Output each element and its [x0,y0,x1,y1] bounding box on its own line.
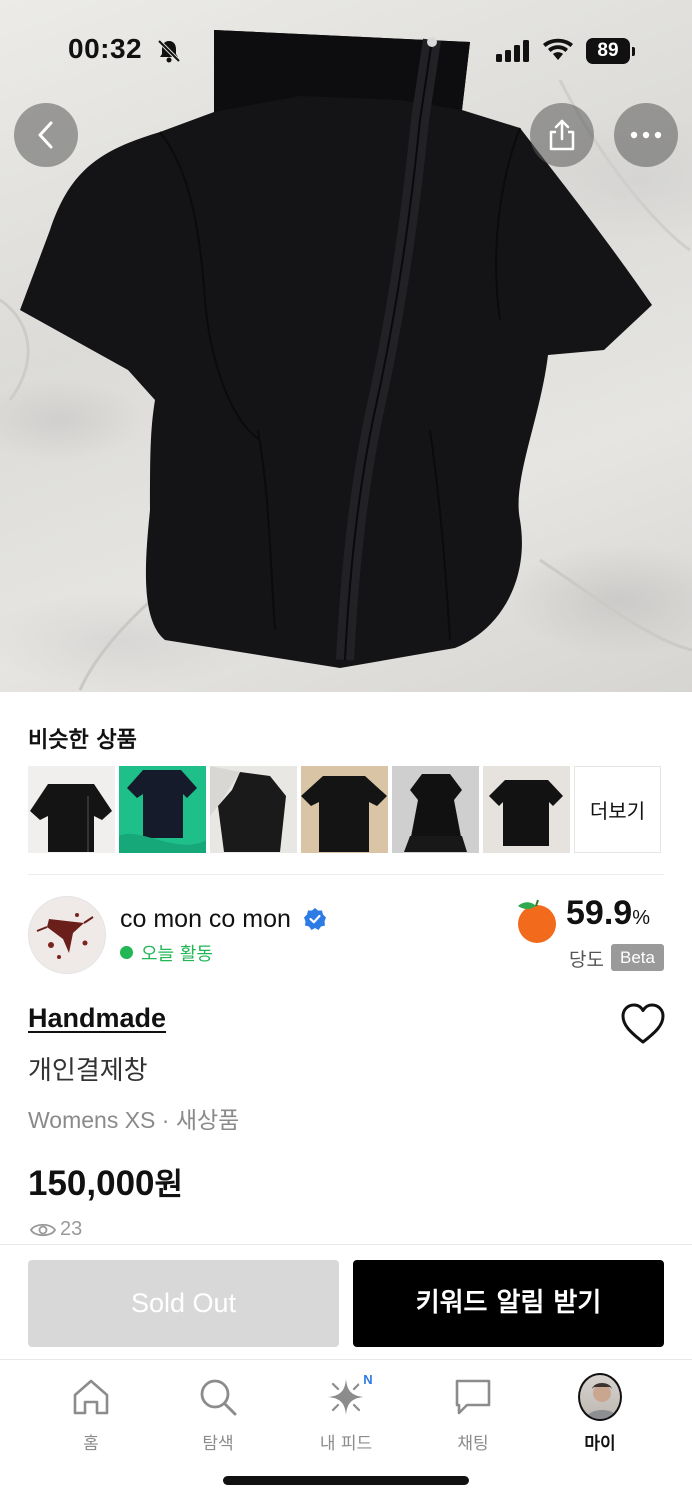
view-count: 23 [60,1218,83,1240]
tab-my-feed[interactable]: N 내 피드 [281,1361,411,1461]
keyword-alert-button[interactable]: 키워드 알림 받기 [353,1260,664,1347]
similar-thumb-3[interactable] [210,766,297,853]
product-photo[interactable]: 00:32 89 [0,0,692,692]
similar-more-button[interactable]: 더보기 [574,766,661,853]
wifi-icon [543,38,573,60]
similar-thumb-5[interactable] [392,766,479,853]
product-price: 150,000원 [28,1159,183,1204]
home-indicator [223,1476,469,1485]
sweetness-unit: % [632,907,650,929]
similar-products-heading: 비슷한 상품 [28,728,137,753]
tab-home[interactable]: 홈 [26,1361,156,1461]
eye-icon [30,1223,56,1237]
thumb-garment-image [30,784,112,852]
price-number: 150,000 [28,1164,155,1203]
profile-avatar-image [586,1383,618,1419]
bell-slash-icon [157,39,181,63]
cellular-signal-icon [496,40,529,62]
product-title: 개인결제창 [28,1056,148,1086]
search-icon [200,1379,237,1416]
new-badge: N [358,1370,378,1390]
home-icon [73,1379,109,1415]
tab-chat-label: 채팅 [457,1434,489,1454]
share-button[interactable] [530,103,594,167]
heart-icon[interactable] [620,1002,666,1046]
thumb-garment-image [489,780,563,846]
sweetness-score: 59.9% [566,894,650,933]
more-dots-icon [630,131,662,139]
product-brand-link[interactable]: Handmade [28,1003,166,1034]
status-time: 00:32 [68,33,143,64]
tab-explore-label: 탐색 [202,1434,234,1454]
tab-home-label: 홈 [83,1434,99,1454]
profile-avatar [578,1373,622,1421]
chat-bubble-icon [455,1379,491,1415]
thumb-garment-image [404,774,467,852]
thumb-garment-image [119,770,206,853]
seller-activity-status: 오늘 활동 [141,944,213,965]
similar-thumb-1[interactable] [28,766,115,853]
thumb-garment-image [301,776,387,852]
online-status-dot [120,946,133,959]
product-garment-image [0,30,692,691]
status-bar: 00:32 89 [0,0,692,100]
share-icon [549,119,575,151]
seller-avatar-image [36,913,94,959]
seller-name[interactable]: co mon co mon [120,905,291,934]
sweetness-label: 당도 [569,949,604,971]
action-bar: Sold Out 키워드 알림 받기 [0,1244,692,1360]
similar-thumb-6[interactable] [483,766,570,853]
similar-thumb-4[interactable] [301,766,388,853]
chevron-left-icon [38,121,53,149]
seller-avatar[interactable] [28,896,106,974]
tab-my[interactable]: 마이 [535,1361,665,1461]
tab-chat[interactable]: 채팅 [408,1361,538,1461]
sold-out-button[interactable]: Sold Out [28,1260,339,1347]
section-divider [28,874,664,875]
tab-my-label: 마이 [584,1434,616,1454]
price-unit: 원 [154,1167,184,1203]
similar-products-list: 더보기 [28,766,661,853]
more-options-button[interactable] [614,103,678,167]
back-button[interactable] [14,103,78,167]
tab-explore[interactable]: 탐색 [153,1361,283,1461]
product-size-condition: Womens XS · 새상품 [28,1107,240,1133]
verified-badge-icon [304,908,326,930]
beta-badge: Beta [611,944,664,971]
battery-indicator: 89 [586,38,635,64]
thumb-garment-image [210,766,286,852]
orange-fruit-icon [518,899,556,943]
tab-my-feed-label: 내 피드 [319,1434,373,1454]
similar-thumb-2[interactable] [119,766,206,853]
sweetness-value: 59.9 [566,894,633,932]
